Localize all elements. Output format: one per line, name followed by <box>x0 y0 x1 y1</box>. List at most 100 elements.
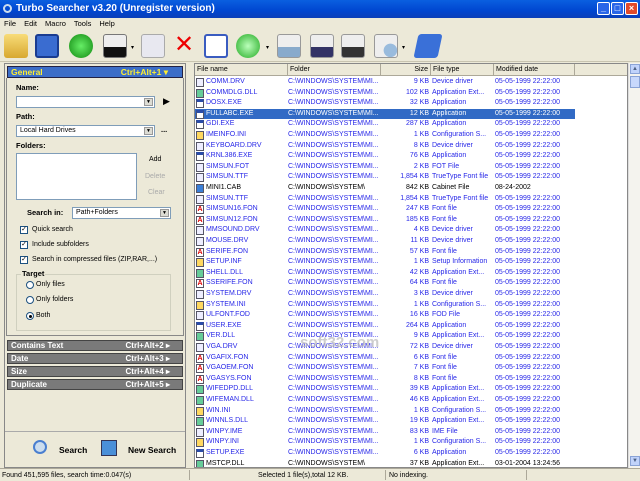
table-row[interactable]: WIFEDPD.DLL C:\WINDOWS\SYSTEM\MI... 39 KB A… <box>195 384 575 395</box>
table-row[interactable]: MOUSE.DRV C:\WINDOWS\SYSTEM\MI... 11 KB Dev… <box>195 236 575 247</box>
command-prompt-icon[interactable] <box>103 34 127 58</box>
browse-button[interactable]: ... <box>161 125 167 134</box>
table-row[interactable]: SIMSUN.FOT C:\WINDOWS\SYSTEM\MI... 2 KB FOT… <box>195 162 575 173</box>
checklist-icon[interactable] <box>204 34 228 58</box>
chevron-down-icon[interactable]: ▼ <box>160 209 169 217</box>
play-arrow-icon[interactable]: ▶ <box>163 96 170 107</box>
close-button[interactable]: × <box>625 2 638 15</box>
table-row[interactable]: WINPY.IME C:\WINDOWS\SYSTEM\MI... 83 KB IME… <box>195 427 575 438</box>
dropdown-arrow-icon[interactable]: ▾ <box>402 44 405 51</box>
dropdown-arrow-icon[interactable]: ▾ <box>131 44 134 51</box>
minimize-button[interactable]: _ <box>597 2 610 15</box>
music-file-icon[interactable] <box>310 34 334 58</box>
column-header-folder[interactable]: Folder <box>288 64 381 76</box>
table-row[interactable]: WIN.INI C:\WINDOWS\SYSTEM\MI... 1 KB Config… <box>195 406 575 417</box>
column-header-file-name[interactable]: File name <box>195 64 288 76</box>
column-header-modified-date[interactable]: Modified date <box>494 64 575 76</box>
table-row[interactable]: A VGASYS.FON C:\WINDOWS\SYSTEM\MI... 8 KB Fo… <box>195 374 575 385</box>
table-row[interactable]: A SIMSUN12.FON C:\WINDOWS\SYSTEM\MI... 185 … <box>195 215 575 226</box>
video-file-icon[interactable] <box>341 34 365 58</box>
menu-file[interactable]: File <box>0 19 20 28</box>
results-list[interactable]: File name Folder Size File type Modified… <box>194 63 628 468</box>
size-section[interactable]: Size Ctrl+Alt+4 ▸ <box>7 366 183 377</box>
cell-file-name: SERIFE.FON <box>206 247 249 255</box>
name-combo[interactable]: ▼ <box>16 96 155 108</box>
table-row[interactable]: A VGAOEM.FON C:\WINDOWS\SYSTEM\MI... 7 KB Fo… <box>195 363 575 374</box>
table-row[interactable]: MMSOUND.DRV C:\WINDOWS\SYSTEM\MI... 4 KB De… <box>195 225 575 236</box>
menu-edit[interactable]: Edit <box>20 19 41 28</box>
save-icon[interactable] <box>35 34 59 58</box>
table-row[interactable]: WIFEMAN.DLL C:\WINDOWS\SYSTEM\MI... 46 KB A… <box>195 395 575 406</box>
image-file-icon[interactable] <box>277 34 301 58</box>
table-row[interactable]: SIMSUN.TTF C:\WINDOWS\SYSTEM\MI... 1,854 K… <box>195 172 575 183</box>
table-row[interactable]: COMM.DRV C:\WINDOWS\SYSTEM\MI... 9 KB Devic… <box>195 77 575 88</box>
compressed-checkbox[interactable]: ✓ <box>20 256 28 264</box>
menu-macro[interactable]: Macro <box>41 19 70 28</box>
delete-x-icon[interactable]: ✕ <box>172 33 196 58</box>
table-row[interactable]: WINPY.INI C:\WINDOWS\SYSTEM\MI... 1 KB Conf… <box>195 437 575 448</box>
only-folders-radio[interactable] <box>26 296 34 304</box>
table-row[interactable]: VGA.DRV C:\WINDOWS\SYSTEM\MI... 72 KB Devic… <box>195 342 575 353</box>
table-row[interactable]: FULLABC.EXE C:\WINDOWS\SYSTEM\MI... 12 KB A… <box>195 108 575 120</box>
dll-file-icon <box>196 417 204 427</box>
table-row[interactable]: GDI.EXE C:\WINDOWS\SYSTEM\MI... 287 KB Appl… <box>195 119 575 130</box>
copy-icon[interactable] <box>141 34 165 58</box>
table-row[interactable]: SHELL.DLL C:\WINDOWS\SYSTEM\MI... 42 KB App… <box>195 268 575 279</box>
table-row[interactable]: VER.DLL C:\WINDOWS\SYSTEM\MI... 9 KB Applic… <box>195 331 575 342</box>
cell-file-type: Application <box>432 449 467 456</box>
table-row[interactable]: SYSTEM.DRV C:\WINDOWS\SYSTEM\MI... 3 KB Dev… <box>195 289 575 300</box>
scroll-down-icon[interactable]: ▼ <box>630 456 640 466</box>
table-row[interactable]: ULFONT.FOD C:\WINDOWS\SYSTEM\MI... 16 KB FO… <box>195 310 575 321</box>
table-row[interactable]: A SERIFE.FON C:\WINDOWS\SYSTEM\MI... 57 KB F… <box>195 247 575 258</box>
search-file-icon[interactable] <box>374 34 398 58</box>
table-row[interactable]: A SSERIFE.FON C:\WINDOWS\SYSTEM\MI... 64 KB… <box>195 278 575 289</box>
table-row[interactable]: WINNLS.DLL C:\WINDOWS\SYSTEM\MI... 19 KB Ap… <box>195 416 575 427</box>
add-folder-button[interactable]: Add <box>149 156 161 163</box>
table-row[interactable]: COMMDLG.DLL C:\WINDOWS\SYSTEM\MI... 102 KB… <box>195 88 575 99</box>
table-row[interactable]: A SIMSUN16.FON C:\WINDOWS\SYSTEM\MI... 247 … <box>195 204 575 215</box>
search-button[interactable]: Search <box>33 438 93 460</box>
dropdown-arrow-icon[interactable]: ▾ <box>266 44 269 51</box>
table-row[interactable]: DOSX.EXE C:\WINDOWS\SYSTEM\MI... 32 KB Appl… <box>195 98 575 109</box>
table-row[interactable]: KEYBOARD.DRV C:\WINDOWS\SYSTEM\MI... 8 KB D… <box>195 141 575 152</box>
search-in-combo[interactable]: Path+Folders ▼ <box>72 207 171 219</box>
cell-modified-date: 05-05-1999 22:22:00 <box>495 396 560 403</box>
only-files-radio[interactable] <box>26 281 34 289</box>
table-row[interactable]: SETUP.EXE C:\WINDOWS\SYSTEM\MI... 6 KB Appl… <box>195 448 575 459</box>
maximize-button[interactable]: □ <box>611 2 624 15</box>
include-subfolders-checkbox[interactable]: ✓ <box>20 241 28 249</box>
general-section-header[interactable]: General Ctrl+Alt+1 ▾ <box>7 66 183 78</box>
table-row[interactable]: SYSTEM.INI C:\WINDOWS\SYSTEM\MI... 1 KB Con… <box>195 300 575 311</box>
menu-help[interactable]: Help <box>95 19 118 28</box>
table-row[interactable]: KRNL386.EXE C:\WINDOWS\SYSTEM\MI... 76 KB A… <box>195 151 575 162</box>
scroll-thumb[interactable] <box>630 76 640 88</box>
table-row[interactable]: MINI1.CAB C:\WINDOWS\SYSTEM\ 842 KB Cabinet… <box>195 183 575 194</box>
open-folder-icon[interactable] <box>4 34 28 58</box>
delete-folder-button[interactable]: Delete <box>145 173 165 180</box>
chevron-down-icon[interactable]: ▼ <box>144 127 153 135</box>
scroll-up-icon[interactable]: ▲ <box>630 64 640 74</box>
column-header-file-type[interactable]: File type <box>431 64 494 76</box>
folders-listbox[interactable] <box>16 153 137 200</box>
help-book-icon[interactable] <box>413 34 443 58</box>
menu-tools[interactable]: Tools <box>70 19 96 28</box>
chevron-down-icon[interactable]: ▼ <box>144 98 153 106</box>
both-radio[interactable] <box>26 312 34 320</box>
duplicate-section[interactable]: Duplicate Ctrl+Alt+5 ▸ <box>7 379 183 390</box>
table-row[interactable]: A VGAFIX.FON C:\WINDOWS\SYSTEM\MI... 6 KB Fo… <box>195 353 575 364</box>
table-row[interactable]: MSTCP.DLL C:\WINDOWS\SYSTEM\ 37 KB Applicat… <box>195 459 575 467</box>
table-row[interactable]: USER.EXE C:\WINDOWS\SYSTEM\MI... 264 KB App… <box>195 321 575 332</box>
date-section[interactable]: Date Ctrl+Alt+3 ▸ <box>7 353 183 364</box>
table-row[interactable]: IMEINFO.INI C:\WINDOWS\SYSTEM\MI... 1 KB Co… <box>195 130 575 141</box>
table-row[interactable]: SETUP.INF C:\WINDOWS\SYSTEM\MI... 1 KB Setu… <box>195 257 575 268</box>
path-combo[interactable]: Local Hard Drives ▼ <box>16 125 155 137</box>
vertical-scrollbar[interactable]: ▲ ▼ <box>628 63 640 468</box>
run-search-icon[interactable] <box>69 34 93 58</box>
clear-folders-button[interactable]: Clear <box>148 189 165 196</box>
column-header-size[interactable]: Size <box>381 64 431 76</box>
new-search-button[interactable]: New Search <box>101 438 181 460</box>
contains-text-section[interactable]: Contains Text Ctrl+Alt+2 ▸ <box>7 340 183 351</box>
quick-search-checkbox[interactable]: ✓ <box>20 226 28 234</box>
table-row[interactable]: SIMSUN.TTF C:\WINDOWS\SYSTEM\MI... 1,854 K… <box>195 194 575 205</box>
recycle-icon[interactable] <box>236 34 260 58</box>
